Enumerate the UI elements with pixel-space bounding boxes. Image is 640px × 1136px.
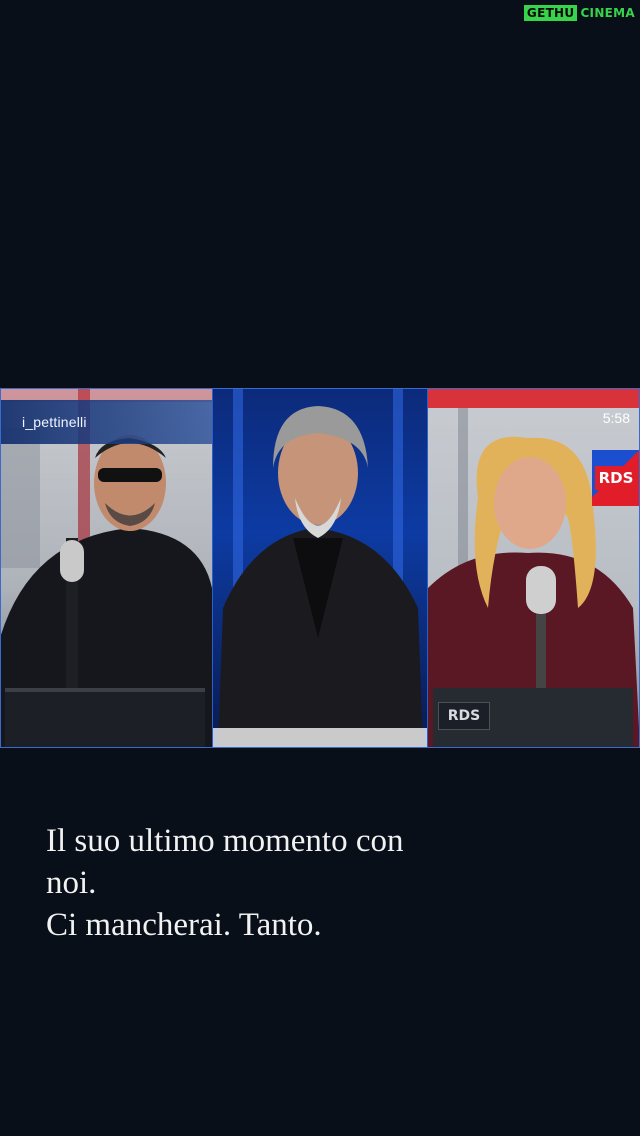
video-player[interactable]: i_pettinelli 5:58 RDS RDS xyxy=(0,388,640,748)
username-bar: i_pettinelli xyxy=(0,400,212,444)
guest-middle-figure xyxy=(213,388,427,748)
watermark-logo: GETHU CINEMA xyxy=(523,4,638,22)
username-label[interactable]: i_pettinelli xyxy=(22,414,87,430)
caption-line-2: noi. xyxy=(46,865,97,901)
video-panel-right: 5:58 RDS RDS xyxy=(428,388,640,748)
caption-line-1: Il suo ultimo momento con xyxy=(46,823,404,859)
post-caption: Il suo ultimo momento con noi. Ci manche… xyxy=(46,820,606,946)
watermark-part-1: GETHU xyxy=(523,5,578,21)
watermark-part-2: CINEMA xyxy=(580,6,635,20)
rds-logo-text: RDS xyxy=(594,466,638,490)
caption-line-3: Ci mancherai. Tanto. xyxy=(46,907,322,943)
video-panel-left: i_pettinelli xyxy=(0,388,212,748)
rds-logo: RDS xyxy=(592,450,640,506)
video-timestamp: 5:58 xyxy=(602,410,630,426)
rds-desk-sign: RDS xyxy=(438,702,490,730)
video-panel-middle xyxy=(213,388,427,748)
host-right-figure xyxy=(428,388,640,748)
